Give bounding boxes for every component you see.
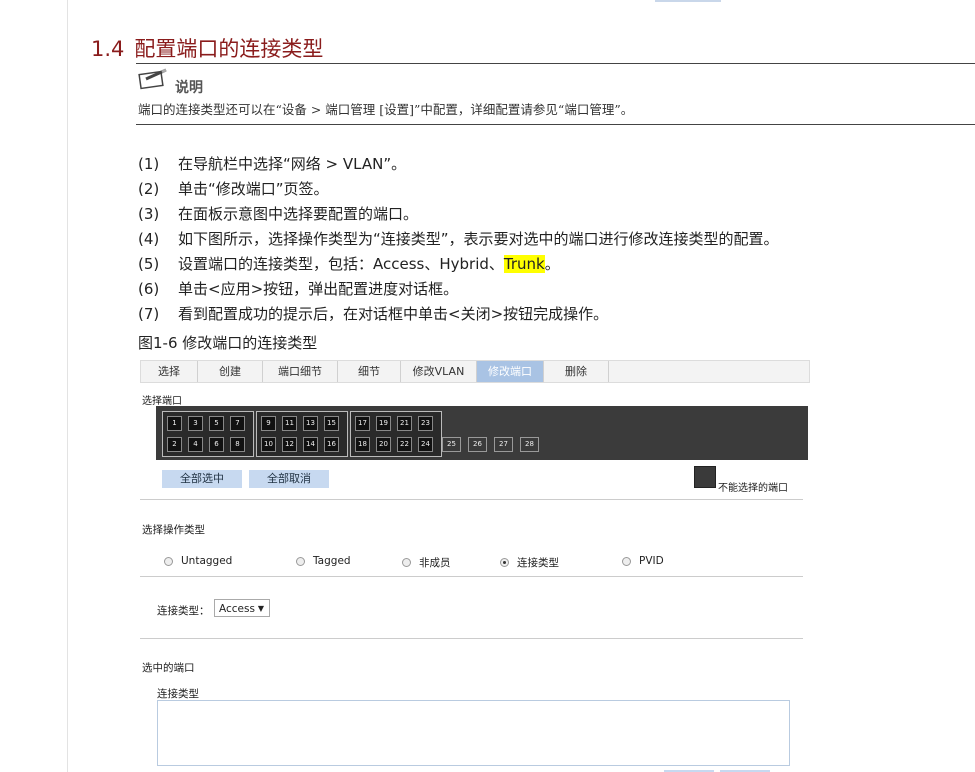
embedded-screenshot: 选择 创建 端口细节 细节 修改VLAN 修改端口 删除 选择端口 1 3 5 … — [140, 360, 810, 772]
port[interactable]: 9 — [261, 416, 276, 431]
port[interactable]: 6 — [209, 437, 224, 452]
radio-tagged[interactable]: Tagged — [296, 555, 351, 567]
select-all-button[interactable]: 全部选中 — [162, 470, 242, 488]
tab-detail[interactable]: 细节 — [338, 361, 401, 382]
port[interactable]: 21 — [397, 416, 412, 431]
unselectable-port-legend-icon — [694, 466, 716, 488]
disabled-port: 27 — [494, 437, 513, 452]
port[interactable]: 24 — [418, 437, 433, 452]
port[interactable]: 13 — [303, 416, 318, 431]
note-text: 端口的连接类型还可以在“设备 > 端口管理 [设置]”中配置，详细配置请参见“端… — [138, 102, 634, 117]
operation-type-title: 选择操作类型 — [142, 524, 205, 536]
select-port-label: 选择端口 — [142, 396, 182, 407]
note-rule — [136, 124, 975, 125]
left-margin-rule — [67, 0, 68, 772]
step-item: (3) 在面板示意图中选择要配置的端口。 — [138, 205, 419, 223]
section-title: 配置端口的连接类型 — [134, 37, 324, 61]
note-pencil-icon — [138, 68, 170, 94]
divider — [140, 638, 803, 639]
port[interactable]: 7 — [230, 416, 245, 431]
radio-pvid[interactable]: PVID — [622, 555, 664, 567]
device-panel: 1 3 5 7 9 11 13 15 17 19 21 23 2 4 6 8 1… — [156, 406, 808, 460]
tab-create[interactable]: 创建 — [198, 361, 263, 382]
port[interactable]: 22 — [397, 437, 412, 452]
tab-port-detail[interactable]: 端口细节 — [263, 361, 338, 382]
legend-label: 不能选择的端口 — [718, 483, 788, 494]
step-item: (6) 单击<应用>按钮，弹出配置进度对话框。 — [138, 280, 459, 298]
disabled-port: 25 — [442, 437, 461, 452]
section-number: 1.4 — [91, 37, 125, 61]
step-item: (5) 设置端口的连接类型，包括：Access、Hybrid、Trunk。 — [138, 255, 560, 273]
highlighted-term: Trunk — [503, 255, 545, 273]
radio-icon — [164, 556, 173, 566]
port[interactable]: 1 — [167, 416, 182, 431]
port[interactable]: 19 — [376, 416, 391, 431]
step-item: (4) 如下图所示，选择操作类型为“连接类型”，表示要对选中的端口进行修改连接类型… — [138, 230, 779, 248]
port[interactable]: 10 — [261, 437, 276, 452]
selected-ports-area — [157, 700, 790, 766]
top-cut-element — [655, 0, 721, 2]
tab-select[interactable]: 选择 — [141, 361, 198, 382]
radio-icon — [296, 556, 305, 566]
port[interactable]: 15 — [324, 416, 339, 431]
tab-delete[interactable]: 删除 — [544, 361, 609, 382]
port[interactable]: 3 — [188, 416, 203, 431]
radio-untagged[interactable]: Untagged — [164, 555, 232, 567]
step-list: (1) 在导航栏中选择“网络 > VLAN”。 (2) 单击“修改端口”页签。 (3… — [138, 154, 779, 329]
heading-rule — [136, 63, 975, 64]
tab-modify-vlan[interactable]: 修改VLAN — [401, 361, 477, 382]
deselect-all-button[interactable]: 全部取消 — [249, 470, 329, 488]
radio-icon — [402, 558, 411, 567]
disabled-port: 28 — [520, 437, 539, 452]
step-item: (1) 在导航栏中选择“网络 > VLAN”。 — [138, 155, 407, 173]
radio-link-type[interactable]: 连接类型 — [500, 555, 559, 570]
radio-checked-icon — [500, 558, 509, 567]
port[interactable]: 16 — [324, 437, 339, 452]
chevron-down-icon: ▼ — [257, 604, 264, 613]
port[interactable]: 17 — [355, 416, 370, 431]
port[interactable]: 12 — [282, 437, 297, 452]
link-type-label: 连接类型： — [157, 605, 210, 617]
port[interactable]: 23 — [418, 416, 433, 431]
port[interactable]: 8 — [230, 437, 245, 452]
port[interactable]: 18 — [355, 437, 370, 452]
port[interactable]: 14 — [303, 437, 318, 452]
figure-caption: 图1-6 修改端口的连接类型 — [138, 334, 318, 352]
divider — [140, 576, 803, 577]
divider — [140, 499, 803, 500]
port[interactable]: 4 — [188, 437, 203, 452]
tab-modify-port[interactable]: 修改端口 — [477, 361, 544, 382]
selected-ports-label: 选中的端口 — [142, 662, 195, 674]
radio-non-member[interactable]: 非成员 — [402, 555, 451, 570]
step-item: (2) 单击“修改端口”页签。 — [138, 180, 329, 198]
note-title: 说明 — [175, 80, 203, 96]
port[interactable]: 2 — [167, 437, 182, 452]
port[interactable]: 20 — [376, 437, 391, 452]
section-heading: 1.4 配置端口的连接类型 — [91, 33, 323, 63]
disabled-port: 26 — [468, 437, 487, 452]
selected-link-type-label: 连接类型 — [157, 688, 199, 700]
step-item: (7) 看到配置成功的提示后，在对话框中单击<关闭>按钮完成操作。 — [138, 305, 609, 323]
port[interactable]: 11 — [282, 416, 297, 431]
radio-icon — [622, 556, 631, 566]
link-type-select[interactable]: Access ▼ — [214, 599, 270, 617]
port[interactable]: 5 — [209, 416, 224, 431]
tab-bar: 选择 创建 端口细节 细节 修改VLAN 修改端口 删除 — [140, 360, 810, 383]
